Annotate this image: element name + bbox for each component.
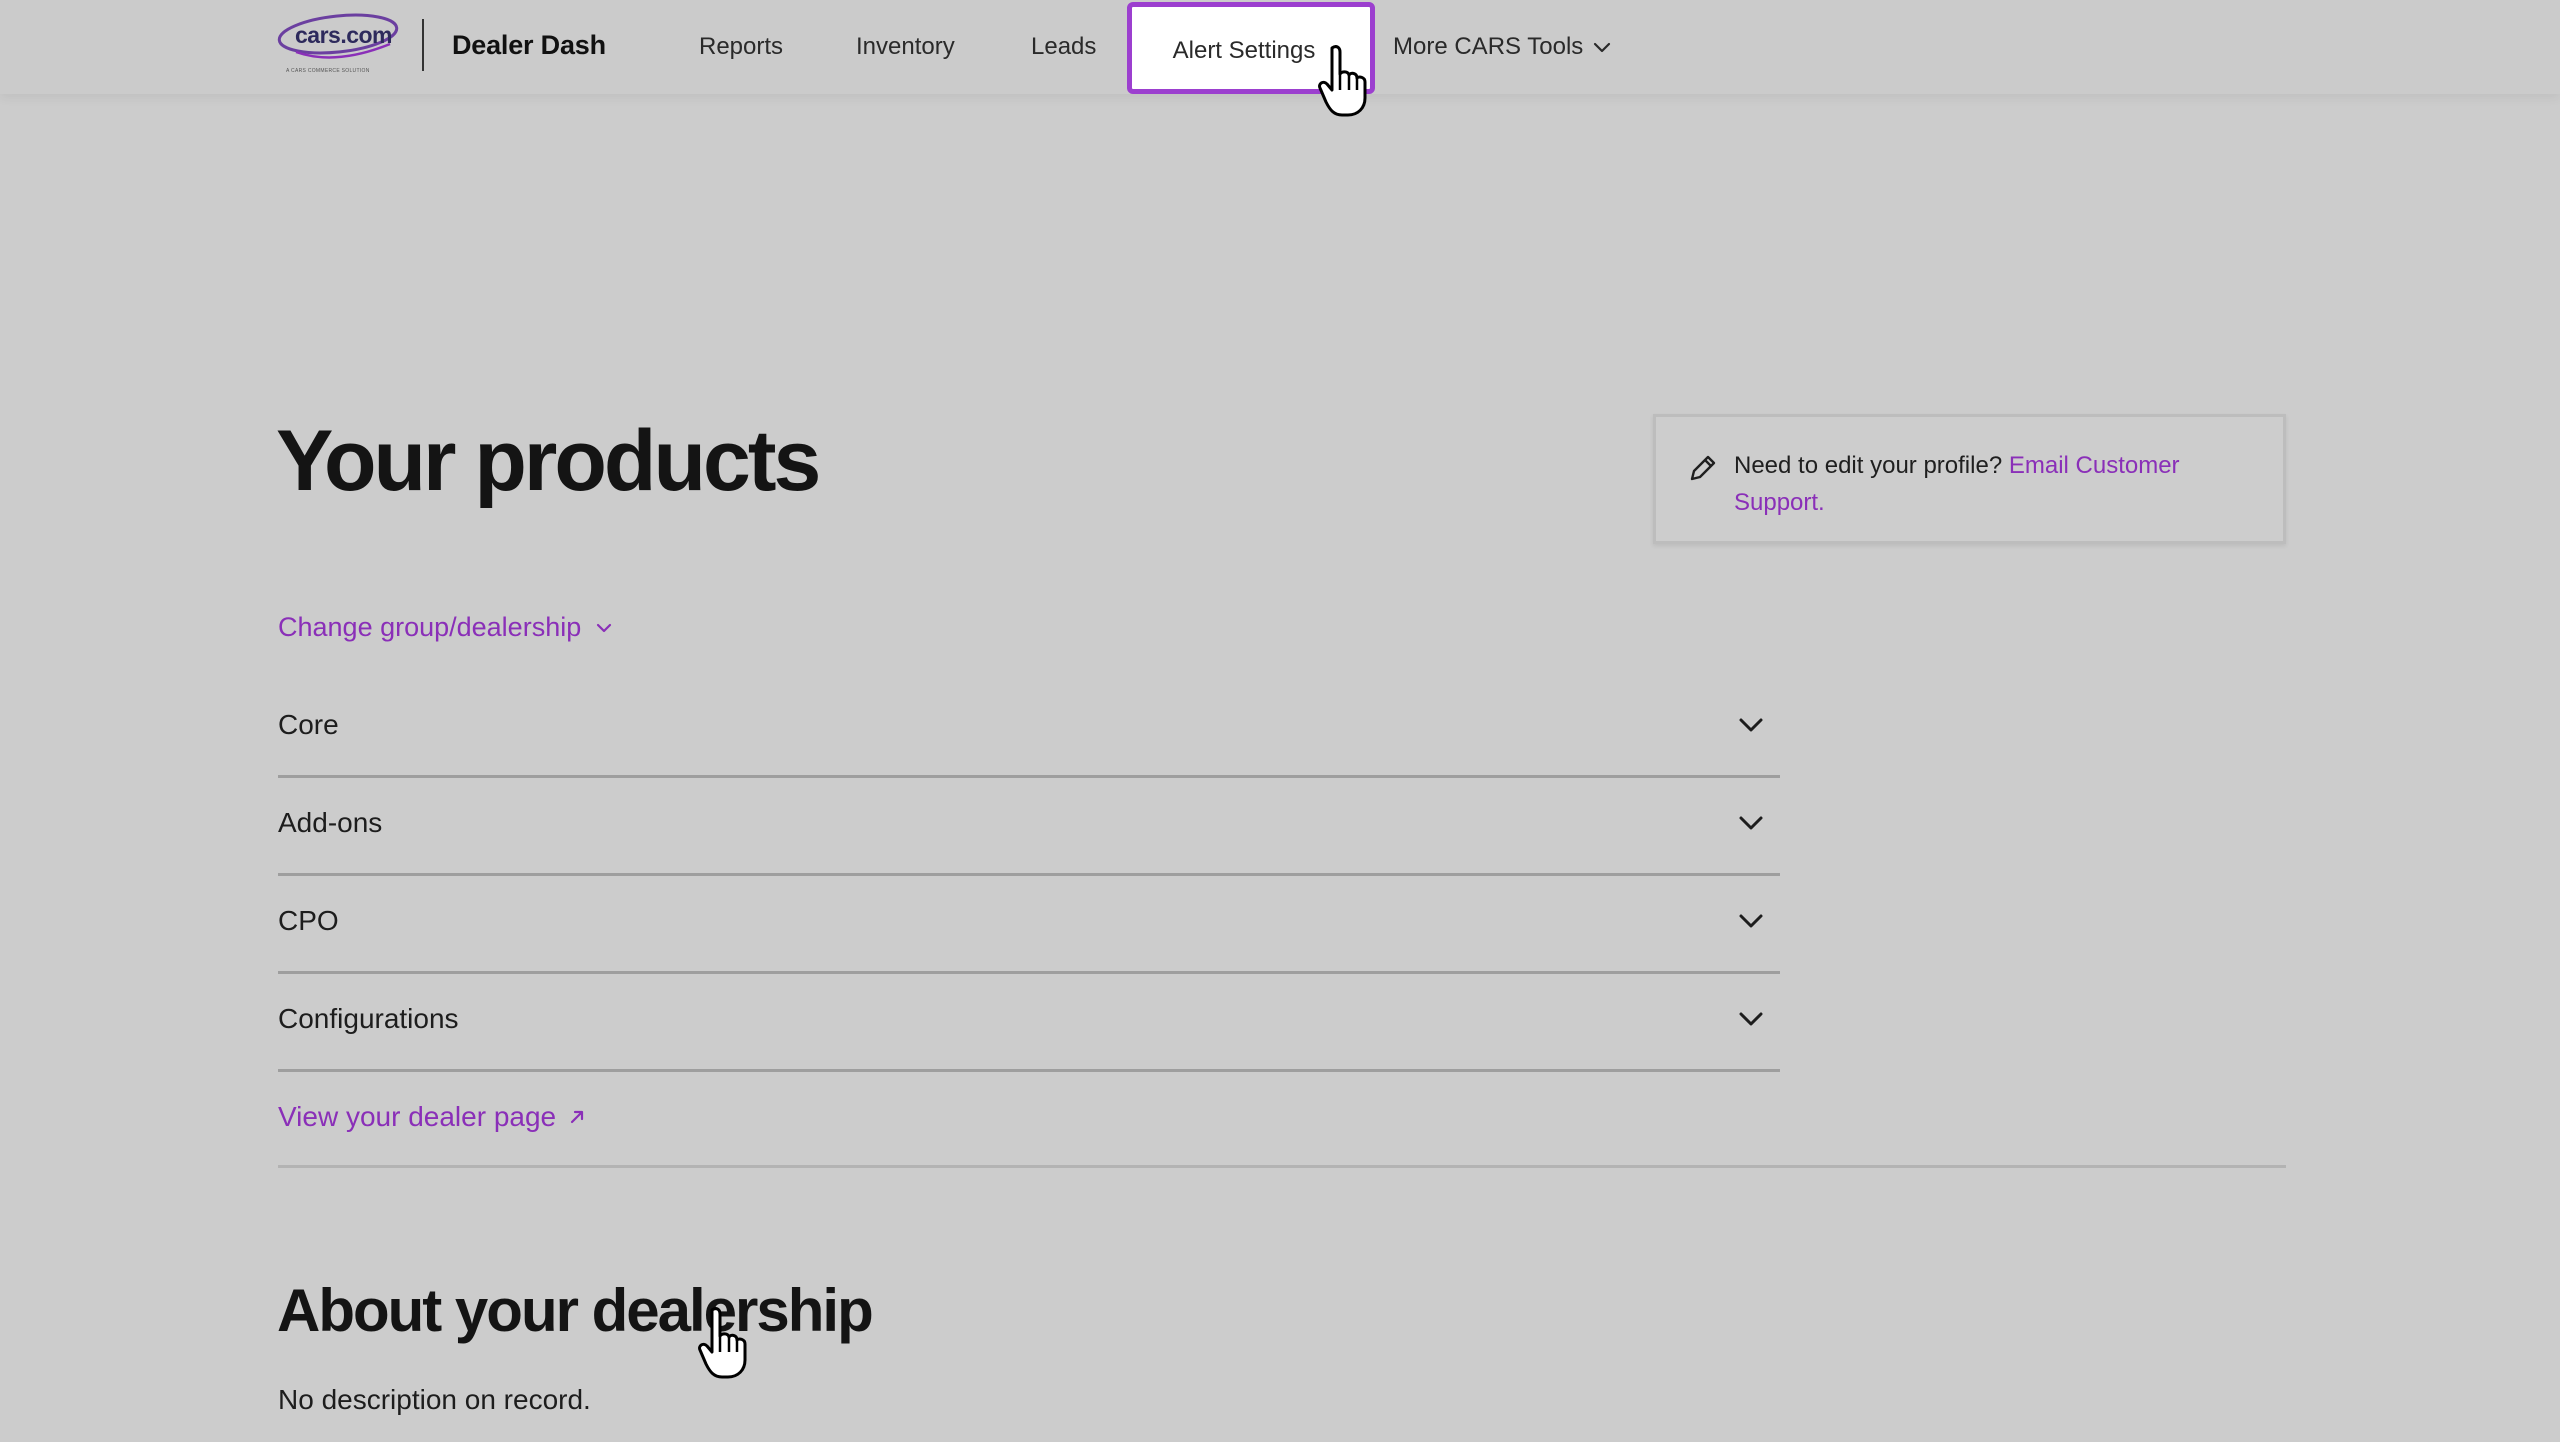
- change-group-label: Change group/dealership: [278, 612, 582, 642]
- top-navigation-bar: cars.com A CARS COMMERCE SOLUTION Dealer…: [0, 0, 2560, 94]
- cars-com-logo[interactable]: cars.com A CARS COMMERCE SOLUTION: [276, 10, 400, 80]
- products-accordion: Core Add-ons CPO Configurations: [278, 680, 1780, 1072]
- chevron-down-icon[interactable]: [1738, 717, 1764, 733]
- chevron-down-icon[interactable]: [1738, 1011, 1764, 1027]
- view-dealer-page-label: View your dealer page: [278, 1101, 557, 1132]
- change-group-dealership-button[interactable]: Change group/dealership: [278, 612, 613, 643]
- brand[interactable]: cars.com A CARS COMMERCE SOLUTION Dealer…: [276, 10, 606, 80]
- logo-tagline: A CARS COMMERCE SOLUTION: [286, 68, 370, 74]
- accordion-label: Add-ons: [278, 806, 383, 838]
- logo-text: cars.com: [295, 22, 393, 48]
- edit-profile-card: Need to edit your profile? Email Custome…: [1653, 414, 2286, 544]
- pencil-icon: [1690, 455, 1716, 481]
- chevron-down-icon[interactable]: [1738, 815, 1764, 831]
- about-dealership-title: About your dealership: [277, 1277, 874, 1344]
- nav-item-more-cars-tools[interactable]: More CARS Tools: [1393, 0, 1611, 94]
- section-divider: [278, 1165, 2286, 1168]
- accordion-item-core[interactable]: Core: [278, 680, 1780, 778]
- accordion-label: CPO: [278, 904, 339, 936]
- nav-item-more-label: More CARS Tools: [1393, 33, 1584, 60]
- chevron-down-icon: [597, 623, 612, 632]
- nav-item-alert-settings[interactable]: Alert Settings: [1127, 2, 1375, 94]
- accordion-label: Configurations: [278, 1002, 459, 1034]
- product-name[interactable]: Dealer Dash: [452, 30, 606, 61]
- nav-item-leads[interactable]: Leads: [1031, 0, 1096, 94]
- edit-profile-text: Need to edit your profile?: [1734, 452, 2003, 479]
- nav-item-inventory[interactable]: Inventory: [856, 0, 955, 94]
- accordion-label: Core: [278, 708, 339, 740]
- chevron-down-icon: [1594, 42, 1611, 53]
- accordion-item-cpo[interactable]: CPO: [278, 876, 1780, 974]
- external-link-arrow-icon: [571, 1110, 584, 1124]
- brand-divider: [422, 19, 424, 71]
- accordion-item-add-ons[interactable]: Add-ons: [278, 778, 1780, 876]
- accordion-item-configurations[interactable]: Configurations: [278, 974, 1780, 1072]
- nav-item-reports[interactable]: Reports: [699, 0, 783, 94]
- view-dealer-page-link[interactable]: View your dealer page: [278, 1101, 586, 1133]
- about-dealership-description: No description on record.: [278, 1384, 591, 1415]
- page-title: Your products: [276, 413, 821, 509]
- chevron-down-icon[interactable]: [1738, 913, 1764, 929]
